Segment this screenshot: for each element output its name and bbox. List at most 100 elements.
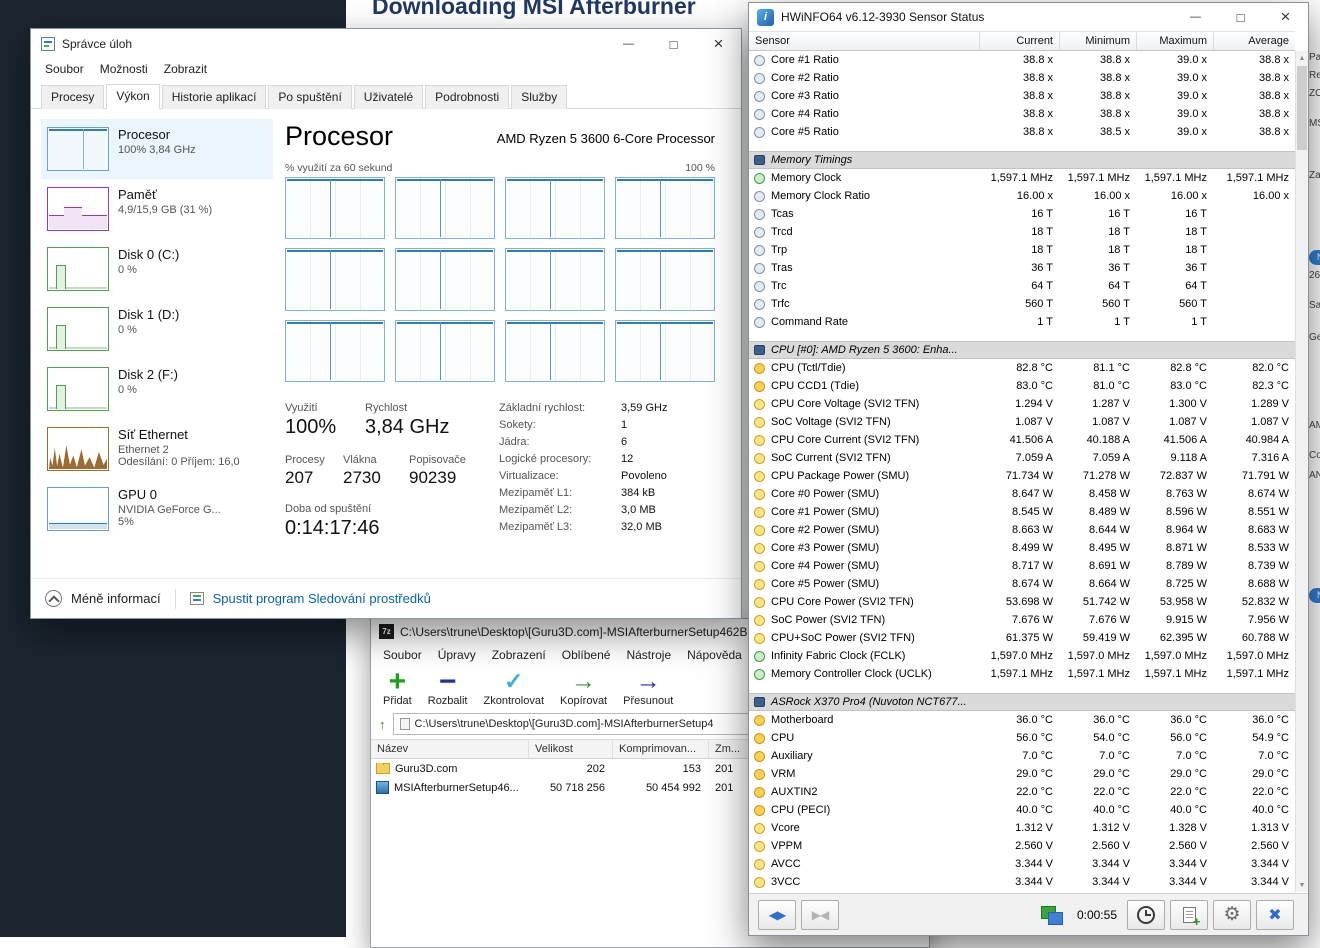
sensor-row[interactable]: CPU Core Power (SVI2 TFN) 53.698 W 51.74… — [749, 593, 1295, 611]
menu-item[interactable]: Zobrazit — [156, 59, 215, 79]
performance-sidebar-item[interactable]: Síť Ethernet Ethernet 2 Odesílání: 0 Pří… — [41, 419, 273, 479]
sensor-row[interactable]: Memory Clock Ratio 16.00 x 16.00 x 16.00… — [749, 187, 1295, 205]
task-manager-titlebar[interactable]: Správce úloh — [31, 29, 741, 59]
column-sensor[interactable]: Sensor — [749, 32, 979, 50]
sensor-row[interactable]: CPU Core Current (SVI2 TFN) 41.506 A 40.… — [749, 431, 1295, 449]
sensor-row[interactable]: Command Rate 1 T 1 T 1 T — [749, 313, 1295, 331]
sensor-row[interactable]: Trcd 18 T 18 T 18 T — [749, 223, 1295, 241]
performance-sidebar-item[interactable]: GPU 0 NVIDIA GeForce G... 5% — [41, 479, 273, 539]
sensor-row[interactable]: Core #4 Ratio 38.8 x 38.8 x 39.0 x 38.8 … — [749, 105, 1295, 123]
settings-button[interactable] — [1213, 900, 1251, 930]
sensor-row[interactable]: Memory Clock 1,597.1 MHz 1,597.1 MHz 1,5… — [749, 169, 1295, 187]
tab[interactable]: Uživatelé — [354, 85, 423, 109]
sensor-row[interactable]: CPU 56.0 °C 54.0 °C 56.0 °C 54.9 °C — [749, 729, 1295, 747]
sensor-row[interactable]: CPU (Tctl/Tdie) 82.8 °C 81.1 °C 82.8 °C … — [749, 359, 1295, 377]
tab[interactable]: Podrobnosti — [425, 85, 509, 109]
tab[interactable]: Služby — [511, 85, 567, 109]
sensor-row[interactable]: Trc 64 T 64 T 64 T — [749, 277, 1295, 295]
sensor-row[interactable]: CPU (PECI) 40.0 °C 40.0 °C 40.0 °C 40.0 … — [749, 801, 1295, 819]
sensor-row[interactable]: Core #0 Power (SMU) 8.647 W 8.458 W 8.76… — [749, 485, 1295, 503]
nav-arrows-button[interactable] — [758, 900, 796, 930]
sensor-row[interactable] — [749, 141, 1295, 151]
sensor-row[interactable]: SoC Voltage (SVI2 TFN) 1.087 V 1.087 V 1… — [749, 413, 1295, 431]
hwinfo-titlebar[interactable]: HWiNFO64 v6.12-3930 Sensor Status — [749, 3, 1308, 31]
sensor-row[interactable]: SoC Current (SVI2 TFN) 7.059 A 7.059 A 9… — [749, 449, 1295, 467]
sensor-row[interactable]: Core #1 Ratio 38.8 x 38.8 x 39.0 x 38.8 … — [749, 51, 1295, 69]
sensor-row[interactable]: 3VCC 3.344 V 3.344 V 3.344 V 3.344 V — [749, 873, 1295, 891]
sensor-row[interactable]: Motherboard 36.0 °C 36.0 °C 36.0 °C 36.0… — [749, 711, 1295, 729]
sensor-row[interactable]: Core #2 Power (SMU) 8.663 W 8.644 W 8.96… — [749, 521, 1295, 539]
performance-sidebar-item[interactable]: Disk 0 (C:) 0 % — [41, 239, 273, 299]
column-current[interactable]: Current — [979, 32, 1059, 50]
sensor-row[interactable]: CPU CCD1 (Tdie) 83.0 °C 81.0 °C 83.0 °C … — [749, 377, 1295, 395]
sensor-row[interactable]: Core #2 Ratio 38.8 x 38.8 x 39.0 x 38.8 … — [749, 69, 1295, 87]
column-average[interactable]: Average — [1213, 32, 1295, 50]
sensor-row[interactable]: VPPM 2.560 V 2.560 V 2.560 V 2.560 V — [749, 837, 1295, 855]
menu-item[interactable]: Možnosti — [92, 59, 156, 79]
column-header[interactable]: Velikost — [529, 740, 613, 758]
menu-item[interactable]: Nápověda — [679, 645, 750, 665]
sensors-windows-icon[interactable] — [1039, 904, 1065, 926]
column-header[interactable]: Název — [371, 740, 529, 758]
scroll-up-icon[interactable] — [1296, 51, 1308, 65]
folder-up-icon[interactable] — [379, 717, 386, 732]
sensor-row[interactable]: SoC Power (SVI2 TFN) 7.676 W 7.676 W 9.9… — [749, 611, 1295, 629]
page-button-fragment[interactable]: Ne — [1309, 250, 1320, 265]
sensor-row[interactable] — [749, 683, 1295, 693]
sensor-row[interactable]: ASRock X370 Pro4 (Nuvoton NCT677... — [749, 693, 1295, 711]
toolbar-button[interactable]: Přesunout — [623, 668, 673, 707]
close-button[interactable] — [696, 29, 741, 59]
menu-item[interactable]: Nástroje — [618, 645, 679, 665]
report-button[interactable] — [1170, 900, 1208, 930]
minimize-button[interactable] — [1173, 3, 1218, 31]
sensor-row[interactable]: Auxiliary 7.0 °C 7.0 °C 7.0 °C 7.0 °C — [749, 747, 1295, 765]
clock-button[interactable] — [1127, 900, 1165, 930]
sensor-row[interactable]: VRM 29.0 °C 29.0 °C 29.0 °C 29.0 °C — [749, 765, 1295, 783]
nav-arrows-disabled-button[interactable] — [801, 900, 839, 930]
column-maximum[interactable]: Maximum — [1136, 32, 1213, 50]
sensor-row[interactable]: Tras 36 T 36 T 36 T — [749, 259, 1295, 277]
sensor-row[interactable]: AUXTIN2 22.0 °C 22.0 °C 22.0 °C 22.0 °C — [749, 783, 1295, 801]
sensor-row[interactable]: Memory Controller Clock (UCLK) 1,597.1 M… — [749, 665, 1295, 683]
sensor-row[interactable]: Memory Timings — [749, 151, 1295, 169]
tab[interactable]: Po spuštění — [268, 85, 351, 109]
tab[interactable]: Procesy — [41, 85, 104, 109]
toolbar-button[interactable]: Rozbalit — [428, 668, 468, 707]
close-button[interactable] — [1263, 3, 1308, 31]
close-sensors-button[interactable] — [1256, 900, 1294, 930]
sensor-row[interactable]: CPU+SoC Power (SVI2 TFN) 61.375 W 59.419… — [749, 629, 1295, 647]
menu-item[interactable]: Oblíbené — [554, 645, 619, 665]
resource-monitor-link[interactable]: Spustit program Sledování prostředků — [213, 591, 431, 606]
performance-sidebar-item[interactable]: Disk 2 (F:) 0 % — [41, 359, 273, 419]
sensor-row[interactable] — [749, 331, 1295, 341]
sensor-row[interactable]: Core #4 Power (SMU) 8.717 W 8.691 W 8.78… — [749, 557, 1295, 575]
sensor-row[interactable]: CPU Package Power (SMU) 71.734 W 71.278 … — [749, 467, 1295, 485]
column-header[interactable]: Komprimovan... — [613, 740, 709, 758]
toolbar-button[interactable]: Kopírovat — [560, 668, 607, 707]
performance-sidebar-item[interactable]: Procesor 100% 3,84 GHz — [41, 119, 273, 179]
menu-item[interactable]: Soubor — [37, 59, 92, 79]
sensor-row[interactable]: Tcas 16 T 16 T 16 T — [749, 205, 1295, 223]
page-button-fragment[interactable]: Ne — [1309, 588, 1320, 603]
sensor-row[interactable]: CPU Core Voltage (SVI2 TFN) 1.294 V 1.28… — [749, 395, 1295, 413]
sensor-row[interactable]: Trfc 560 T 560 T 560 T — [749, 295, 1295, 313]
performance-sidebar-item[interactable]: Disk 1 (D:) 0 % — [41, 299, 273, 359]
menu-item[interactable]: Soubor — [375, 645, 430, 665]
sensor-row[interactable]: Core #3 Ratio 38.8 x 38.8 x 39.0 x 38.8 … — [749, 87, 1295, 105]
column-minimum[interactable]: Minimum — [1059, 32, 1136, 50]
sensor-row[interactable]: Trp 18 T 18 T 18 T — [749, 241, 1295, 259]
scroll-down-icon[interactable] — [1296, 878, 1308, 892]
sensor-row[interactable]: CPU [#0]: AMD Ryzen 5 3600: Enha... — [749, 341, 1295, 359]
sensor-row[interactable]: Core #5 Ratio 38.8 x 38.5 x 39.0 x 38.8 … — [749, 123, 1295, 141]
sensor-row[interactable]: AVCC 3.344 V 3.344 V 3.344 V 3.344 V — [749, 855, 1295, 873]
sensor-row[interactable]: Vcore 1.312 V 1.312 V 1.328 V 1.313 V — [749, 819, 1295, 837]
maximize-button[interactable] — [651, 29, 696, 59]
sensor-row[interactable]: Infinity Fabric Clock (FCLK) 1,597.0 MHz… — [749, 647, 1295, 665]
minimize-button[interactable] — [606, 29, 651, 59]
scrollbar[interactable] — [1295, 51, 1308, 892]
performance-sidebar-item[interactable]: Paměť 4,9/15,9 GB (31 %) — [41, 179, 273, 239]
sensor-row[interactable]: Core #1 Power (SMU) 8.545 W 8.489 W 8.59… — [749, 503, 1295, 521]
menu-item[interactable]: Zobrazení — [484, 645, 554, 665]
toolbar-button[interactable]: Zkontrolovat — [484, 668, 545, 707]
tab[interactable]: Výkon — [106, 84, 159, 109]
